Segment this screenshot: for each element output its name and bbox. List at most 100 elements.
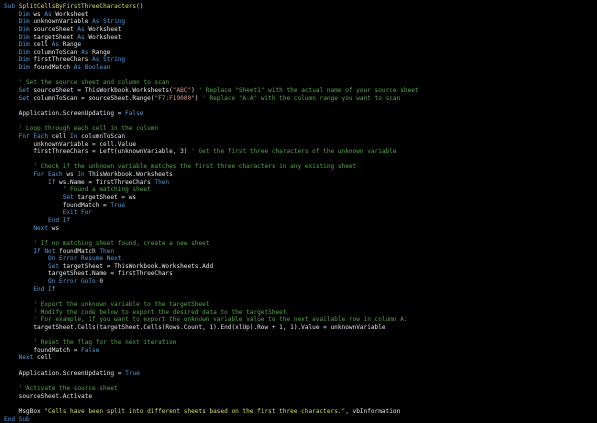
code-token: SplitCellsByFirstThreeCharacters()	[18, 3, 144, 10]
code-line[interactable]: MsgBox "Cells have been split into diffe…	[4, 408, 597, 416]
code-line[interactable]	[4, 118, 597, 126]
code-token: ' Replace "Sheet1" with the actual name …	[198, 87, 419, 95]
code-token: ThisWorkbook.Worksheets	[88, 171, 173, 179]
code-token: On Error GoTo	[4, 278, 100, 286]
code-token: sourceSheet	[33, 25, 78, 33]
code-line[interactable]: Application.ScreenUpdating = False	[4, 110, 597, 118]
code-line[interactable]: ' For example, if you want to export the…	[4, 316, 597, 324]
code-line[interactable]: targetSheet.Cells(targetSheet.Cells(Rows…	[4, 324, 597, 332]
code-line[interactable]: firstThreeChars = Left(unknownVariable, …	[4, 148, 597, 156]
code-line[interactable]: Exit For	[4, 209, 597, 217]
code-line[interactable]: If ws.Name = firstThreeChars Then	[4, 179, 597, 187]
code-line[interactable]: foundMatch = False	[4, 347, 597, 355]
code-line[interactable]: Set targetSheet = ws	[4, 194, 597, 202]
code-line[interactable]: Set targetSheet = ThisWorkbook.Worksheet…	[4, 263, 597, 271]
code-token: Dim	[4, 48, 34, 56]
code-token: Dim	[4, 25, 34, 33]
code-line[interactable]: Dim columnToScan As Range	[4, 49, 597, 57]
code-token: Dim	[4, 18, 34, 26]
code-token: ' If no matching sheet found, create a n…	[4, 239, 210, 247]
code-token: End If	[4, 216, 71, 224]
code-line[interactable]: ' Modify the code below to export the de…	[4, 309, 597, 317]
code-line[interactable]: For Each ws In ThisWorkbook.Worksheets	[4, 171, 597, 179]
code-token: columnToScan	[33, 48, 82, 56]
code-token: ws.Name = firstThreeChars	[59, 178, 155, 186]
code-token: As	[77, 25, 89, 33]
code-token: Set	[4, 87, 34, 95]
code-token: targetSheet.Cells(targetSheet.Cells(Rows…	[4, 323, 386, 331]
code-line[interactable]: On Error GoTo 0	[4, 278, 597, 286]
code-token: unknownVariable = cell.Value	[4, 140, 137, 148]
code-line[interactable]: unknownVariable = cell.Value	[4, 141, 597, 149]
code-token: ' Loop through each cell in the column	[4, 125, 159, 133]
code-token: As	[44, 10, 56, 18]
code-line[interactable]: Next ws	[4, 225, 597, 233]
code-token: On Error Resume Next	[4, 255, 122, 263]
code-line[interactable]	[4, 332, 597, 340]
code-line[interactable]	[4, 232, 597, 240]
code-line[interactable]: On Error Resume Next	[4, 255, 597, 263]
code-line[interactable]: Dim sourceSheet As Worksheet	[4, 26, 597, 34]
code-token: cell	[51, 132, 71, 140]
code-line[interactable]: End If	[4, 217, 597, 225]
code-line[interactable]: ' Export the unknown variable to the tar…	[4, 301, 597, 309]
code-line[interactable]: If Not foundMatch Then	[4, 248, 597, 256]
code-line[interactable]: Set columnToScan = sourceSheet.Range("F7…	[4, 95, 597, 103]
code-line[interactable]: Set sourceSheet = ThisWorkbook.Worksheet…	[4, 87, 597, 95]
code-line[interactable]	[4, 102, 597, 110]
code-line[interactable]: Dim targetSheet As Worksheet	[4, 34, 597, 42]
code-line[interactable]: Dim firstThreeChars As String	[4, 56, 597, 64]
code-line[interactable]: sourceSheet.Activate	[4, 393, 597, 401]
code-token: Next	[4, 224, 52, 232]
code-token: targetSheet = ThisWorkbook.Worksheets.Ad…	[62, 262, 214, 270]
code-line[interactable]	[4, 72, 597, 80]
code-token: ' Export the unknown variable to the tar…	[4, 300, 210, 308]
code-line[interactable]: foundMatch = True	[4, 202, 597, 210]
code-token: foundMatch	[33, 64, 74, 72]
code-token: foundMatch =	[4, 201, 111, 209]
code-line[interactable]: ' Activate the source sheet	[4, 385, 597, 393]
code-line[interactable]: End If	[4, 286, 597, 294]
code-token: End If	[4, 285, 56, 293]
code-line[interactable]: Dim ws As Worksheet	[4, 11, 597, 19]
code-token: Dim	[4, 56, 34, 64]
code-token: Set	[4, 262, 63, 270]
code-token: Range	[92, 48, 111, 56]
code-line[interactable]: Next cell	[4, 354, 597, 362]
code-line[interactable]: ' Loop through each cell in the column	[4, 125, 597, 133]
code-line[interactable]	[4, 293, 597, 301]
code-token: MsgBox	[4, 407, 45, 415]
code-token: As String	[92, 18, 126, 26]
code-line[interactable]	[4, 400, 597, 408]
code-token: columnToScan	[81, 132, 126, 140]
code-line[interactable]: ' Found a matching sheet	[4, 186, 597, 194]
code-token: End Sub	[4, 415, 30, 423]
code-token: True	[125, 369, 140, 377]
code-token: "F7:F19000"	[154, 94, 195, 102]
code-line[interactable]	[4, 377, 597, 385]
code-line[interactable]: Dim unknownVariable As String	[4, 18, 597, 26]
code-token: targetSheet = ws	[77, 194, 137, 202]
code-token: Worksheet	[88, 25, 122, 33]
code-line[interactable]: ' If no matching sheet found, create a n…	[4, 240, 597, 248]
code-token: Exit For	[4, 209, 93, 217]
code-token: sourceSheet.Activate	[4, 392, 93, 400]
code-line[interactable]	[4, 362, 597, 370]
code-line[interactable]: Dim foundMatch As Boolean	[4, 64, 597, 72]
code-line[interactable]	[4, 156, 597, 164]
code-line[interactable]: ' Set the source sheet and column to sca…	[4, 79, 597, 87]
code-line[interactable]: For Each cell In columnToScan	[4, 133, 597, 141]
code-token: Application.ScreenUpdating =	[4, 109, 126, 117]
code-line[interactable]: targetSheet.Name = firstThreeChars	[4, 270, 597, 278]
code-line[interactable]: Dim cell As Range	[4, 41, 597, 49]
code-line[interactable]: ' Check if the unknown variable matches …	[4, 163, 597, 171]
code-token: ' Set the source sheet and column to sca…	[4, 79, 170, 87]
code-token: As	[81, 48, 93, 56]
code-line[interactable]: Sub SplitCellsByFirstThreeCharacters()	[4, 3, 597, 11]
code-token: Dim	[4, 41, 34, 49]
code-line[interactable]: ' Reset the flag for the next iteration	[4, 339, 597, 347]
code-line[interactable]: Application.ScreenUpdating = True	[4, 370, 597, 378]
code-token: ' Replace "A:A" with the column range yo…	[202, 94, 401, 102]
code-editor[interactable]: Sub SplitCellsByFirstThreeCharacters() D…	[0, 0, 597, 423]
code-line[interactable]: End Sub	[4, 416, 597, 423]
